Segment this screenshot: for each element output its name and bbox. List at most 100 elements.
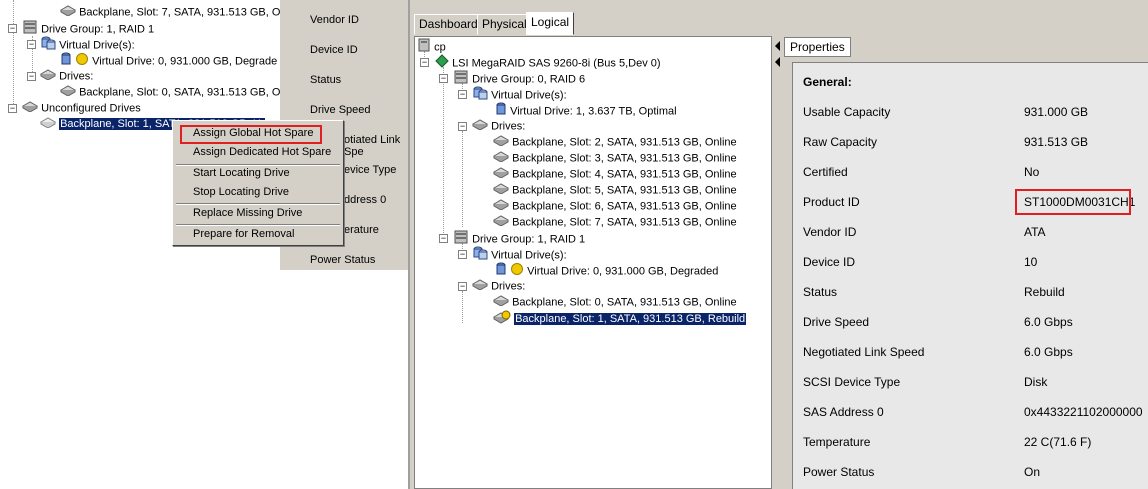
hard-drive-icon: [492, 166, 510, 183]
tree-row-drive[interactable]: Backplane, Slot: 4, SATA, 931.513 GB, On…: [492, 166, 737, 183]
menu-item-stop-locating-drive[interactable]: Stop Locating Drive: [174, 183, 342, 201]
prop-label: SAS Address 0: [803, 405, 884, 419]
prop-value: 931.000 GB: [1024, 105, 1089, 119]
prop-value: 6.0 Gbps: [1024, 315, 1073, 329]
tree-row-drive[interactable]: Backplane, Slot: 0, SATA, 931.513 GB, On…: [492, 294, 737, 310]
prop-label: evice Type: [344, 164, 397, 176]
tree-row-virtual-drives[interactable]: Virtual Drive(s):: [40, 36, 135, 52]
tree-row-unconfigured-drives[interactable]: Unconfigured Drives: [21, 100, 141, 117]
tree-row-drive[interactable]: Backplane, Slot: 5, SATA, 931.513 GB, On…: [492, 182, 737, 199]
prop-value: No: [1024, 165, 1040, 179]
highlight-box: [1015, 189, 1131, 215]
tree-row-drive-group-0[interactable]: Drive Group: 0, RAID 6: [453, 70, 585, 86]
collapse-toggle[interactable]: −: [458, 90, 467, 99]
collapse-toggle[interactable]: −: [8, 104, 17, 113]
menu-item-assign-dedicated-hot-spare[interactable]: Assign Dedicated Hot Spare: [174, 143, 342, 161]
prop-value: Disk: [1024, 375, 1048, 389]
prop-label: erature: [344, 224, 379, 236]
prop-label: Status: [310, 74, 342, 86]
drive-group-icon: [453, 230, 469, 249]
collapse-toggle[interactable]: −: [439, 234, 448, 243]
context-menu[interactable]: Assign Global Hot Spare Assign Dedicated…: [172, 120, 344, 246]
tab-physical[interactable]: Physical: [477, 14, 532, 35]
prop-label: Temperature: [803, 435, 871, 449]
virtual-drives-icon: [472, 86, 488, 105]
prop-label: otiated Link Spe: [344, 134, 401, 158]
prop-label: Drive Speed: [803, 315, 870, 329]
tree-row-drives[interactable]: Drives:: [39, 68, 93, 85]
tree-row-drive-group-1[interactable]: Drive Group: 1, RAID 1: [453, 230, 585, 246]
tab-logical[interactable]: Logical: [526, 12, 575, 35]
hard-drive-icon: [492, 182, 510, 199]
controller-icon: [435, 54, 449, 73]
prop-label: Drive Speed: [310, 104, 371, 116]
hard-drive-icon: [492, 150, 510, 167]
prop-label: SCSI Device Type: [803, 375, 901, 389]
virtual-drives-icon: [40, 36, 56, 55]
drives-icon: [39, 68, 57, 85]
tree-row-vd0[interactable]: Virtual Drive: 0, 931.000 GB, Degraded: [495, 262, 718, 278]
prop-value: 6.0 Gbps: [1024, 345, 1073, 359]
prop-value: 0x4433221102000000: [1024, 405, 1143, 419]
highlight-box: [180, 125, 322, 144]
drives-icon: [471, 278, 489, 295]
collapse-toggle[interactable]: −: [458, 250, 467, 259]
hard-drive-icon: [59, 4, 77, 21]
prop-label: Certified: [803, 165, 848, 179]
collapse-toggle[interactable]: −: [27, 72, 36, 81]
prop-value: 931.513 GB: [1024, 135, 1089, 149]
prop-value: 10: [1024, 255, 1038, 269]
pane-splitter[interactable]: [772, 36, 782, 489]
prop-label: Raw Capacity: [803, 135, 878, 149]
collapse-toggle[interactable]: −: [27, 40, 36, 49]
section-heading: General:: [803, 75, 852, 89]
collapse-toggle[interactable]: −: [458, 282, 467, 291]
hard-drive-icon: [492, 214, 510, 231]
prop-label: Usable Capacity: [803, 105, 891, 119]
tree-row-vd0[interactable]: Virtual Drive: 0, 931.000 GB, Degrade: [60, 52, 277, 68]
tree-row-drive-rebuild-selected[interactable]: Backplane, Slot: 1, SATA, 931.513 GB, Re…: [492, 310, 747, 329]
menu-item-prepare-for-removal[interactable]: Prepare for Removal: [174, 225, 342, 243]
tab-dashboard[interactable]: Dashboard: [414, 14, 483, 35]
menu-item-replace-missing-drive[interactable]: Replace Missing Drive: [174, 204, 342, 222]
tab-properties[interactable]: Properties: [784, 37, 851, 57]
prop-value: 22 C(71.6 F): [1024, 435, 1092, 449]
tree-row-virtual-drives[interactable]: Virtual Drive(s):: [472, 246, 567, 262]
prop-value: Rebuild: [1024, 285, 1065, 299]
prop-label: Device ID: [310, 44, 358, 56]
tree-row-vd1[interactable]: Virtual Drive: 1, 3.637 TB, Optimal: [495, 102, 677, 118]
unconfigured-drives-icon: [21, 100, 39, 117]
tree-row-drive[interactable]: Backplane, Slot: 3, SATA, 931.513 GB, On…: [492, 150, 737, 167]
unconfigured-drive-icon: [39, 116, 57, 133]
collapse-toggle[interactable]: −: [439, 74, 448, 83]
prop-value: On: [1024, 465, 1041, 479]
hard-drive-icon: [59, 84, 77, 101]
prop-label: Negotiated Link Speed: [803, 345, 925, 359]
hard-drive-icon: [492, 134, 510, 151]
prop-value: ATA: [1024, 225, 1046, 239]
rebuilding-drive-icon: [492, 310, 511, 329]
tree-row-drive[interactable]: Backplane, Slot: 2, SATA, 931.513 GB, On…: [492, 134, 737, 151]
menu-item-start-locating-drive[interactable]: Start Locating Drive: [174, 164, 342, 182]
collapse-toggle[interactable]: −: [420, 58, 429, 67]
properties-panel: General: Usable Capacity 931.000 GB Raw …: [792, 62, 1148, 489]
prop-label: Device ID: [803, 255, 856, 269]
tree-row-drives[interactable]: Drives:: [471, 118, 525, 134]
tree-row-slot0[interactable]: Backplane, Slot: 0, SATA, 931.513 GB, Or: [59, 84, 284, 101]
logical-tree[interactable]: cp − LSI MegaRAID SAS 9260-8i (Bus 5,Dev…: [414, 36, 772, 489]
tree-row-slot7[interactable]: Backplane, Slot: 7, SATA, 931.513 GB, Or: [59, 4, 284, 21]
collapse-toggle[interactable]: −: [458, 122, 467, 131]
server-icon: [417, 38, 431, 57]
prop-label: Power Status: [803, 465, 875, 479]
collapse-toggle[interactable]: −: [8, 24, 17, 33]
tree-row-controller[interactable]: LSI MegaRAID SAS 9260-8i (Bus 5,Dev 0): [435, 54, 661, 70]
prop-label: Power Status: [310, 254, 376, 266]
collapse-left-arrow-icon[interactable]: [773, 38, 783, 68]
tree-row-root[interactable]: cp: [417, 38, 446, 54]
tree-row-virtual-drives[interactable]: Virtual Drive(s):: [472, 86, 567, 102]
tree-row-drive-group-1[interactable]: Drive Group: 1, RAID 1: [22, 20, 154, 36]
tree-row-drives[interactable]: Drives:: [471, 278, 525, 295]
tree-row-drive[interactable]: Backplane, Slot: 7, SATA, 931.513 GB, On…: [492, 214, 737, 231]
prop-label: Vendor ID: [803, 225, 857, 239]
tree-row-drive[interactable]: Backplane, Slot: 6, SATA, 931.513 GB, On…: [492, 198, 737, 214]
